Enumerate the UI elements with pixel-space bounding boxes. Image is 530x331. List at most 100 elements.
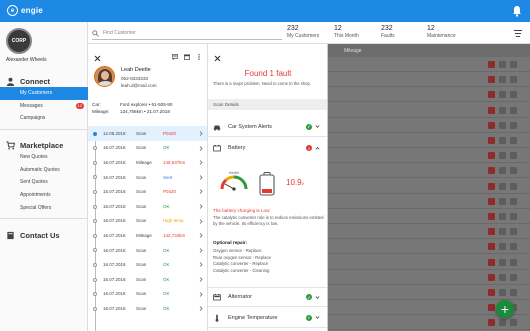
row-action-icon[interactable] xyxy=(499,91,506,99)
sidebar-item-messages[interactable]: Messages 12 xyxy=(0,100,88,113)
close-icon[interactable] xyxy=(214,55,221,62)
nav-header-connect[interactable]: Connect xyxy=(0,75,88,87)
row-action-icon[interactable] xyxy=(499,289,506,296)
row-action-icon[interactable] xyxy=(510,137,517,144)
scan-type: Scan xyxy=(136,203,147,209)
section-alternator[interactable]: Alternator ✓ xyxy=(208,287,327,307)
delete-icon[interactable] xyxy=(488,243,495,251)
row-action-icon[interactable] xyxy=(510,258,517,266)
add-customer-button[interactable]: + xyxy=(496,300,514,318)
row-action-icon[interactable] xyxy=(510,319,517,327)
row-action-icon[interactable] xyxy=(510,106,517,114)
section-engine-temperature[interactable]: Engine Temperature ✓ xyxy=(208,308,327,328)
sidebar-item-my-customers[interactable]: My Customers xyxy=(0,87,88,100)
row-action-icon[interactable] xyxy=(510,167,517,175)
delete-icon[interactable] xyxy=(488,197,495,205)
search-input[interactable] xyxy=(103,30,263,36)
calendar-icon[interactable] xyxy=(184,54,190,60)
delete-icon[interactable] xyxy=(488,258,495,266)
scan-history-row[interactable]: 16.07.2018 Scan Sent xyxy=(88,170,207,185)
delete-icon[interactable] xyxy=(488,319,495,327)
row-action-icon[interactable] xyxy=(499,197,506,205)
scan-history-row[interactable]: 15.07.2018 Scan P0420 xyxy=(88,184,207,199)
delete-icon[interactable] xyxy=(488,91,495,99)
delete-icon[interactable] xyxy=(488,76,495,84)
row-action-icon[interactable] xyxy=(499,258,506,266)
row-action-icon[interactable] xyxy=(510,273,517,281)
row-action-icon[interactable] xyxy=(510,61,517,68)
row-action-icon[interactable] xyxy=(499,61,506,68)
sidebar-item-automatic-quotes[interactable]: Automatic Quotes xyxy=(0,164,88,177)
stat-this-month[interactable]: 12 This Month xyxy=(334,25,359,39)
customer-email[interactable]: leah.d@mail.com xyxy=(121,83,157,88)
stat-maintenance[interactable]: 12 Maintenance xyxy=(427,25,456,39)
row-action-icon[interactable] xyxy=(499,182,506,190)
delete-icon[interactable] xyxy=(488,228,495,236)
delete-icon[interactable] xyxy=(488,304,495,312)
delete-icon[interactable] xyxy=(488,121,495,129)
avatar[interactable]: CORP xyxy=(6,28,32,54)
row-action-icon[interactable] xyxy=(510,121,517,129)
close-icon[interactable] xyxy=(94,55,101,62)
filter-menu-icon[interactable] xyxy=(514,30,522,37)
delete-icon[interactable] xyxy=(488,213,495,220)
scan-history-row[interactable]: 16.07.2018 Scan OK xyxy=(88,199,207,214)
stat-my-customers[interactable]: 232 My Customers xyxy=(287,25,319,39)
row-action-icon[interactable] xyxy=(510,228,517,236)
scan-history-row[interactable]: 16.07.2018 Scan OK xyxy=(88,272,207,287)
row-action-icon[interactable] xyxy=(499,76,506,84)
delete-icon[interactable] xyxy=(488,106,495,114)
sidebar-item-new-quotes[interactable]: New Quotes xyxy=(0,151,88,164)
row-action-icon[interactable] xyxy=(510,91,517,99)
scan-history-row[interactable]: 16.07.2018 Scan High temp xyxy=(88,214,207,229)
more-vertical-icon[interactable] xyxy=(196,54,202,60)
row-action-icon[interactable] xyxy=(510,182,517,190)
row-action-icon[interactable] xyxy=(510,243,517,251)
row-action-icon[interactable] xyxy=(499,121,506,129)
scan-history-row[interactable]: 16.07.2018 Scan OK xyxy=(88,287,207,302)
row-action-icon[interactable] xyxy=(499,273,506,281)
delete-icon[interactable] xyxy=(488,167,495,175)
delete-icon[interactable] xyxy=(488,182,495,190)
search-box[interactable] xyxy=(92,27,282,40)
stat-faults[interactable]: 232 Faults xyxy=(381,25,395,39)
row-action-icon[interactable] xyxy=(499,106,506,114)
scan-history-row[interactable]: 16.07.2018 Scan OK xyxy=(88,141,207,156)
row-action-icon[interactable] xyxy=(510,213,517,220)
section-battery[interactable]: Battery ! xyxy=(208,138,327,158)
nav-header-marketplace[interactable]: Marketplace xyxy=(0,139,88,151)
divider xyxy=(0,217,88,219)
customer-phone[interactable]: 052-8333333 xyxy=(121,76,148,81)
nav-header-contact-us[interactable]: Contact Us xyxy=(0,229,88,241)
scan-history-row[interactable]: 16.07.2018 Scan OK xyxy=(88,301,207,316)
row-action-icon[interactable] xyxy=(510,289,517,296)
sidebar-item-sent-quotes[interactable]: Sent Quotes xyxy=(0,176,88,189)
sidebar-item-campaigns[interactable]: Campaigns xyxy=(0,112,88,125)
row-action-icon[interactable] xyxy=(499,213,506,220)
row-action-icon[interactable] xyxy=(499,228,506,236)
row-action-icon[interactable] xyxy=(510,76,517,84)
delete-icon[interactable] xyxy=(488,273,495,281)
row-action-icon[interactable] xyxy=(499,137,506,144)
scan-history-row[interactable]: 16.07.2018 Mileage 148,537km xyxy=(88,155,207,170)
row-action-icon[interactable] xyxy=(499,167,506,175)
row-action-icon[interactable] xyxy=(499,319,506,327)
scan-history-row[interactable]: 16.07.2018 Scan OK xyxy=(88,243,207,258)
delete-icon[interactable] xyxy=(488,137,495,144)
row-action-icon[interactable] xyxy=(499,152,506,160)
section-car-system-alerts[interactable]: Car System Alerts ✓ xyxy=(208,117,327,137)
delete-icon[interactable] xyxy=(488,152,495,160)
app-logo[interactable]: e engie xyxy=(7,5,43,16)
scan-history-row[interactable]: 16.07.2018 Scan OK xyxy=(88,257,207,272)
row-action-icon[interactable] xyxy=(510,197,517,205)
sidebar-item-appointments[interactable]: Appointments xyxy=(0,189,88,202)
chat-icon[interactable] xyxy=(172,54,178,60)
delete-icon[interactable] xyxy=(488,289,495,296)
scan-history-row[interactable]: 16.07.2018 Mileage 142,734km xyxy=(88,228,207,243)
scan-history-row[interactable]: 12.08.2018 Scan P0420 xyxy=(88,126,207,141)
delete-icon[interactable] xyxy=(488,61,495,68)
row-action-icon[interactable] xyxy=(499,243,506,251)
sidebar-item-special-offers[interactable]: Special Offers xyxy=(0,201,88,214)
row-action-icon[interactable] xyxy=(510,152,517,160)
bell-icon[interactable] xyxy=(512,5,522,17)
